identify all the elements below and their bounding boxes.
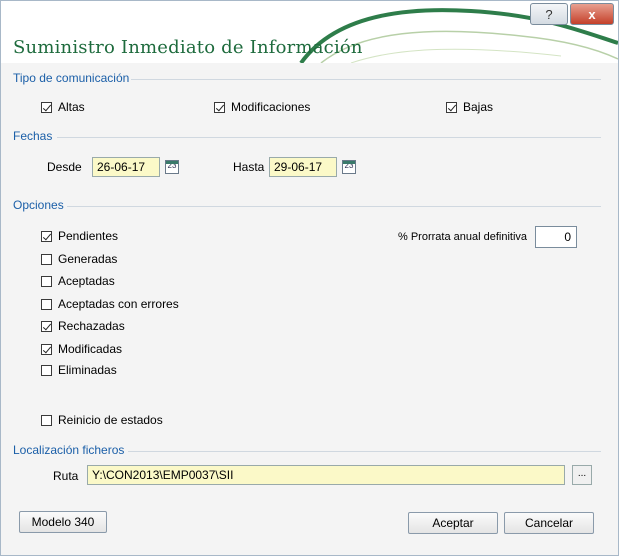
checkbox-aceptadas-con-errores[interactable]: Aceptadas con errores <box>41 297 179 311</box>
checkbox-box[interactable] <box>41 343 52 355</box>
checkbox-aceptadas[interactable]: Aceptadas <box>41 274 115 288</box>
modelo-340-button[interactable]: Modelo 340 <box>19 511 107 533</box>
close-button[interactable]: x <box>570 3 614 25</box>
checkbox-generadas[interactable]: Generadas <box>41 252 117 266</box>
checkbox-rechazadas[interactable]: Rechazadas <box>41 319 125 333</box>
checkbox-label: Aceptadas <box>58 274 115 288</box>
checkbox-reinicio-estados[interactable]: Reinicio de estados <box>41 413 163 427</box>
checkbox-bajas[interactable]: Bajas <box>446 100 493 114</box>
ruta-input[interactable]: Y:\CON2013\EMP0037\SII <box>87 465 565 485</box>
calendar-icon[interactable]: 23 <box>165 160 179 174</box>
checkbox-box[interactable] <box>41 275 52 287</box>
checkbox-label: Eliminadas <box>58 363 117 377</box>
group-divider <box>57 137 601 138</box>
checkbox-modificaciones[interactable]: Modificaciones <box>214 100 310 114</box>
checkbox-box[interactable] <box>41 101 52 113</box>
checkbox-label: Aceptadas con errores <box>58 297 179 311</box>
browse-button[interactable]: ... <box>572 465 592 485</box>
checkbox-box[interactable] <box>41 230 52 242</box>
checkbox-label: Pendientes <box>58 229 119 243</box>
dialog-title: Suministro Inmediato de Información <box>13 37 363 58</box>
checkbox-altas[interactable]: Altas <box>41 100 85 114</box>
checkbox-label: Bajas <box>463 100 494 114</box>
checkbox-label: Modificaciones <box>231 100 311 114</box>
checkbox-box[interactable] <box>41 364 52 376</box>
cancelar-button[interactable]: Cancelar <box>504 512 594 534</box>
checkbox-box[interactable] <box>41 320 52 332</box>
dialog-window: Suministro Inmediato de Información ? x … <box>0 0 619 556</box>
checkbox-label: Modificadas <box>58 342 123 356</box>
group-divider <box>131 79 601 80</box>
checkbox-box[interactable] <box>41 298 52 310</box>
group-divider <box>128 451 601 452</box>
prorrata-label: % Prorrata anual definitiva <box>398 231 528 243</box>
title-bar-buttons: ? x <box>530 3 614 25</box>
checkbox-label: Reinicio de estados <box>58 413 163 427</box>
checkbox-label: Generadas <box>58 252 118 266</box>
group-tipo-comunicacion-label: Tipo de comunicación <box>13 71 130 85</box>
help-button[interactable]: ? <box>530 3 568 25</box>
ruta-label: Ruta <box>53 469 79 483</box>
checkbox-box[interactable] <box>41 253 52 265</box>
prorrata-input[interactable]: 0 <box>535 226 577 248</box>
desde-date-input[interactable]: 26-06-17 <box>92 157 160 177</box>
checkbox-label: Rechazadas <box>58 319 125 333</box>
checkbox-pendientes[interactable]: Pendientes <box>41 229 118 243</box>
checkbox-label: Altas <box>58 100 85 114</box>
aceptar-button[interactable]: Aceptar <box>408 512 498 534</box>
group-fechas-label: Fechas <box>13 129 53 143</box>
checkbox-box[interactable] <box>214 101 225 113</box>
group-localizacion-label: Localización ficheros <box>13 443 125 457</box>
calendar-icon[interactable]: 23 <box>342 160 356 174</box>
hasta-date-input[interactable]: 29-06-17 <box>269 157 337 177</box>
dialog-header: Suministro Inmediato de Información ? x <box>1 1 618 63</box>
checkbox-eliminadas[interactable]: Eliminadas <box>41 363 117 377</box>
checkbox-modificadas[interactable]: Modificadas <box>41 342 122 356</box>
checkbox-box[interactable] <box>41 414 52 426</box>
desde-label: Desde <box>47 160 82 174</box>
checkbox-box[interactable] <box>446 101 457 113</box>
group-opciones-label: Opciones <box>13 198 64 212</box>
group-divider <box>67 206 601 207</box>
hasta-label: Hasta <box>233 160 265 174</box>
